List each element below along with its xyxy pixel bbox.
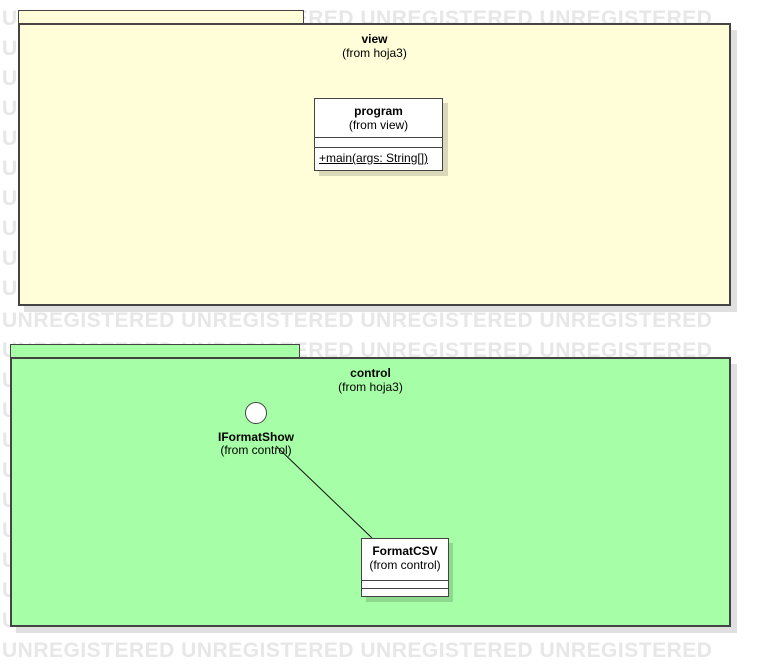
formatcsv-class-origin: (from control) [369, 558, 441, 572]
formatcsv-attributes-compartment [362, 580, 448, 588]
formatcsv-class[interactable]: FormatCSV (from control) [361, 538, 449, 597]
iformatshow-interface-origin: (from control) [220, 443, 292, 457]
realization-line[interactable] [275, 445, 373, 539]
interface-lollipop-icon[interactable] [245, 402, 267, 424]
iformatshow-interface-label: IFormatShow (from control) [196, 431, 316, 457]
formatcsv-class-header: FormatCSV (from control) [362, 539, 448, 580]
formatcsv-class-name: FormatCSV [372, 544, 438, 558]
formatcsv-operations-compartment [362, 588, 448, 596]
